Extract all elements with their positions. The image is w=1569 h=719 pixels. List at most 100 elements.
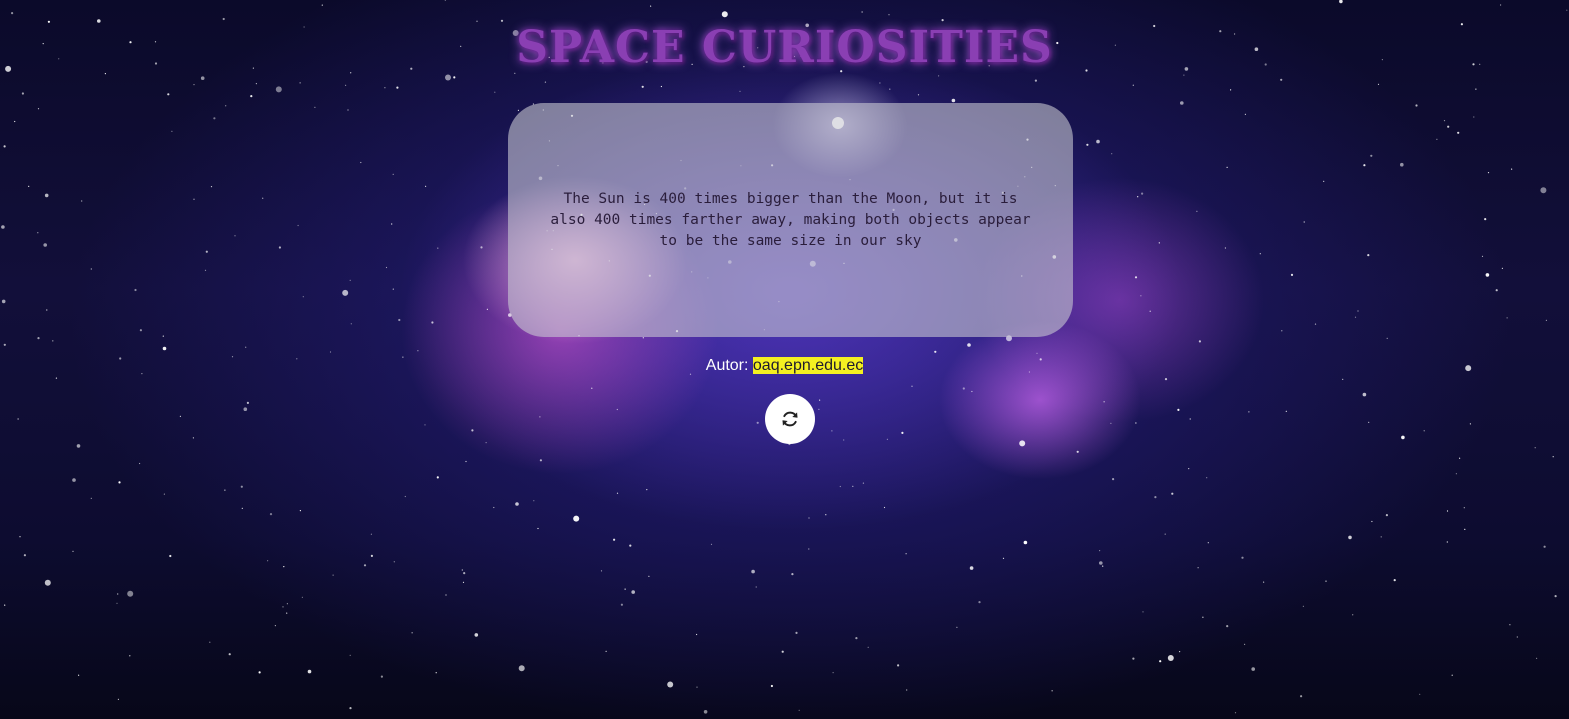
star bbox=[163, 493, 165, 495]
star bbox=[1132, 657, 1135, 660]
star bbox=[941, 19, 944, 22]
star bbox=[14, 120, 16, 123]
star bbox=[539, 459, 543, 462]
star bbox=[171, 130, 173, 132]
star bbox=[1457, 131, 1460, 134]
star bbox=[1459, 457, 1461, 459]
star bbox=[1141, 192, 1144, 195]
star bbox=[228, 653, 231, 656]
star bbox=[1164, 378, 1168, 381]
star bbox=[1495, 289, 1498, 292]
star bbox=[19, 536, 21, 538]
star bbox=[648, 575, 650, 577]
star bbox=[471, 429, 474, 432]
star bbox=[104, 73, 106, 75]
star bbox=[243, 407, 248, 412]
star bbox=[278, 246, 281, 249]
star bbox=[1485, 273, 1490, 277]
star bbox=[1230, 89, 1232, 91]
star bbox=[1484, 218, 1487, 221]
star bbox=[90, 497, 92, 499]
star bbox=[347, 109, 349, 111]
page-title: SPACE CURIOSITIES bbox=[516, 22, 1053, 73]
star bbox=[282, 606, 284, 608]
star bbox=[1179, 651, 1181, 653]
star bbox=[345, 84, 347, 86]
star bbox=[258, 671, 261, 674]
star bbox=[1469, 423, 1471, 425]
star bbox=[200, 76, 205, 80]
star bbox=[825, 514, 827, 516]
star bbox=[798, 709, 800, 711]
star bbox=[1354, 316, 1357, 318]
author-line: Autor: oaq.epn.edu.ec bbox=[0, 357, 1569, 375]
star bbox=[444, 0, 446, 1]
star bbox=[1251, 667, 1255, 671]
star bbox=[756, 421, 759, 424]
star bbox=[1419, 693, 1421, 695]
star bbox=[861, 11, 863, 13]
star bbox=[118, 481, 121, 484]
star bbox=[139, 462, 141, 465]
star bbox=[297, 224, 299, 227]
star bbox=[1099, 550, 1101, 552]
star bbox=[370, 554, 373, 558]
star bbox=[1, 299, 6, 304]
star bbox=[493, 506, 495, 509]
star bbox=[1099, 561, 1103, 565]
star bbox=[1206, 477, 1208, 479]
star bbox=[302, 296, 304, 298]
star bbox=[1188, 468, 1190, 470]
star bbox=[1446, 510, 1449, 512]
star bbox=[1566, 9, 1568, 11]
star bbox=[398, 318, 401, 322]
star bbox=[78, 674, 80, 676]
star bbox=[179, 415, 181, 417]
star bbox=[255, 83, 257, 85]
star bbox=[867, 646, 869, 648]
star bbox=[11, 12, 14, 15]
star bbox=[616, 492, 619, 494]
star bbox=[1140, 295, 1142, 297]
star bbox=[349, 279, 351, 281]
star bbox=[342, 289, 349, 296]
star bbox=[224, 489, 226, 491]
star bbox=[1149, 310, 1151, 312]
star bbox=[494, 91, 496, 93]
star bbox=[905, 553, 907, 555]
star bbox=[1197, 567, 1199, 569]
refresh-icon bbox=[782, 411, 798, 427]
star bbox=[117, 593, 119, 595]
star bbox=[1393, 579, 1396, 582]
star bbox=[360, 161, 362, 164]
star bbox=[1380, 536, 1382, 538]
star bbox=[116, 602, 118, 604]
star bbox=[839, 485, 841, 488]
star bbox=[463, 572, 466, 575]
star bbox=[384, 87, 386, 89]
star bbox=[1244, 113, 1246, 115]
star bbox=[44, 193, 49, 198]
star bbox=[435, 672, 437, 674]
star bbox=[396, 86, 399, 89]
star bbox=[819, 399, 821, 401]
star bbox=[1545, 319, 1547, 321]
star bbox=[1400, 162, 1404, 167]
star bbox=[1362, 392, 1367, 397]
star bbox=[1132, 84, 1134, 86]
star bbox=[631, 590, 635, 594]
star bbox=[72, 478, 76, 482]
star bbox=[127, 590, 134, 597]
star bbox=[349, 707, 352, 710]
star bbox=[1386, 337, 1388, 339]
refresh-button[interactable] bbox=[765, 394, 815, 444]
star bbox=[962, 387, 965, 390]
star bbox=[192, 437, 194, 439]
star bbox=[241, 507, 243, 509]
star bbox=[613, 538, 616, 541]
star bbox=[162, 335, 164, 337]
star bbox=[267, 560, 269, 562]
star bbox=[1415, 104, 1418, 107]
star bbox=[1285, 410, 1287, 412]
author-link[interactable]: oaq.epn.edu.ec bbox=[752, 357, 864, 374]
